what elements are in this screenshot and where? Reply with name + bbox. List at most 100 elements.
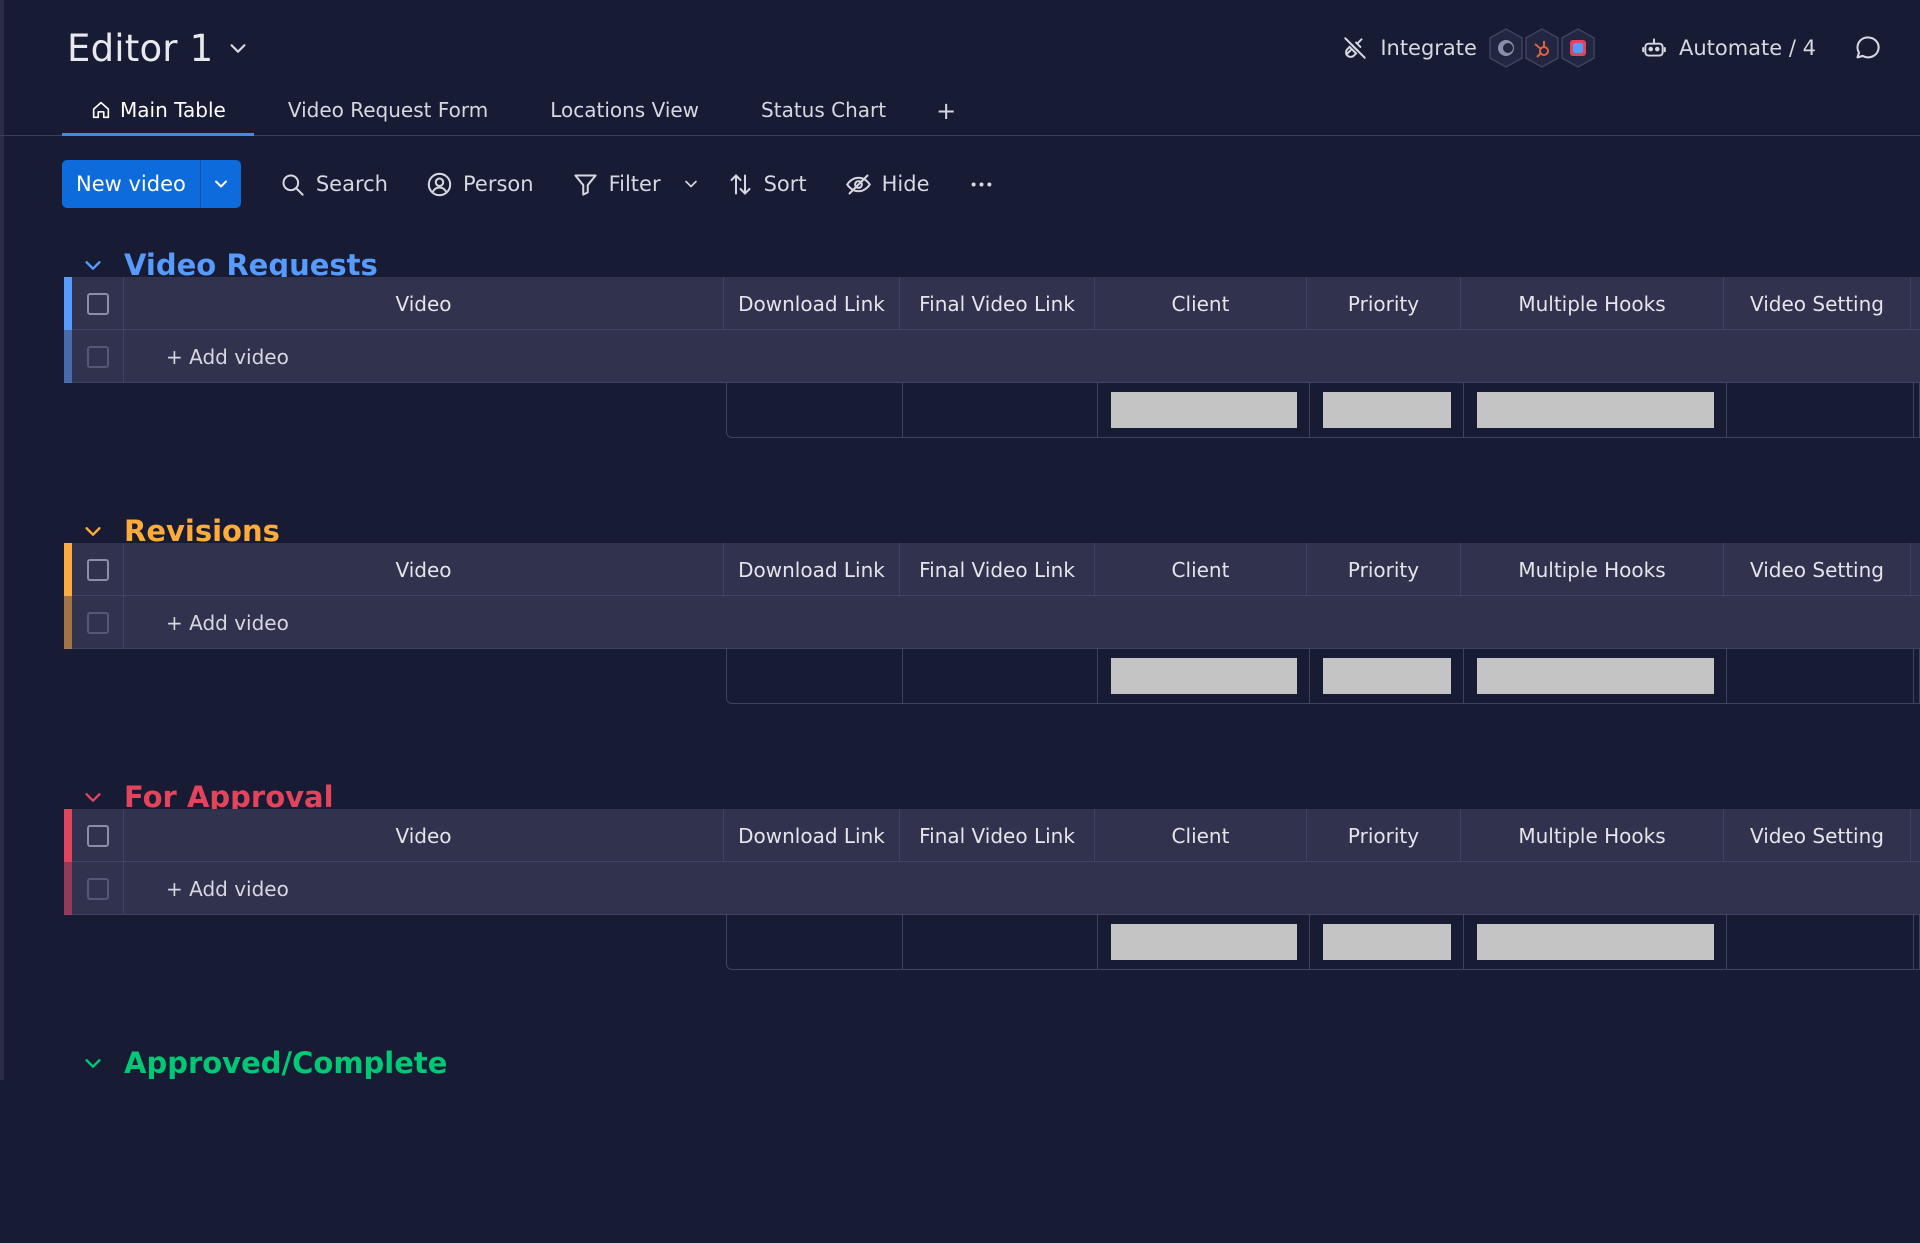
app-icon [1559, 27, 1597, 69]
chevron-down-icon[interactable] [82, 786, 104, 808]
integrate-button[interactable]: Integrate [1342, 35, 1477, 61]
new-video-button-group: New video [62, 160, 241, 208]
updates-button[interactable] [1854, 34, 1882, 62]
tab-label: Status Chart [761, 97, 887, 122]
more-options-button[interactable] [968, 171, 995, 198]
summary-cell [727, 383, 903, 437]
summary-cell [1310, 915, 1464, 969]
add-row-checkbox-cell [72, 596, 124, 649]
group-title-text[interactable]: Approved/Complete [124, 1046, 447, 1080]
select-all-cell [72, 277, 124, 330]
add-view-button[interactable]: + [920, 86, 972, 136]
summary-cell [1464, 383, 1727, 437]
tab-label: Main Table [120, 97, 226, 122]
board-title-text: Editor 1 [67, 26, 214, 70]
group-color-bar [64, 543, 72, 596]
tab-locations-view[interactable]: Locations View [522, 86, 727, 136]
column-header[interactable]: Video [124, 277, 724, 330]
column-header-label: Video Setting [1749, 823, 1884, 848]
column-header[interactable]: Priority [1307, 809, 1461, 862]
person-icon [427, 172, 452, 196]
summary-row [726, 649, 1920, 704]
integration-icons[interactable] [1489, 27, 1597, 69]
column-header[interactable]: Final Video Link [900, 809, 1095, 862]
filter-dropdown[interactable] [681, 174, 701, 194]
summary-cell [1098, 649, 1310, 703]
hide-button[interactable]: Hide [845, 171, 930, 198]
home-icon [92, 101, 110, 118]
board-title[interactable]: Editor 1 [67, 24, 249, 72]
column-header-label: Priority [1347, 557, 1420, 582]
table-header-row: Video Download Link Final Video Link Client… [64, 809, 1920, 862]
eye-slash-icon [845, 173, 871, 195]
column-header[interactable]: Download Link [724, 809, 900, 862]
hide-label: Hide [881, 172, 930, 196]
chevron-down-icon[interactable] [227, 37, 249, 59]
add-video-input[interactable]: + Add video [166, 862, 289, 915]
column-header[interactable]: Video Setting [1724, 543, 1911, 596]
column-header-label: Multiple Hooks [1518, 291, 1666, 316]
column-header-label: Video [395, 823, 452, 848]
chevron-down-icon[interactable] [82, 520, 104, 542]
column-header[interactable]: Final Video Link [900, 543, 1095, 596]
new-video-button[interactable]: New video [62, 160, 200, 208]
table-header-row: Video Download Link Final Video Link Client… [64, 277, 1920, 330]
column-header[interactable]: Video Setting [1724, 809, 1911, 862]
column-header[interactable]: Video [124, 809, 724, 862]
summary-bar [1323, 924, 1451, 960]
column-header[interactable]: Client [1095, 809, 1307, 862]
group-color-bar [64, 277, 72, 330]
column-header[interactable]: Client [1095, 277, 1307, 330]
column-header[interactable]: Final Video Link [900, 277, 1095, 330]
column-header[interactable]: Download Link [724, 543, 900, 596]
add-item-row: + Add video [64, 330, 1920, 383]
add-item-row: + Add video [64, 862, 1920, 915]
column-header-label: Video [395, 291, 452, 316]
group-revisions: Revisions Video Download Link Final Video … [62, 511, 1920, 711]
summary-cell [727, 649, 903, 703]
search-button[interactable]: Search [279, 171, 388, 198]
add-row-checkbox [86, 345, 109, 368]
select-all-checkbox[interactable] [86, 292, 109, 315]
group-title[interactable]: Approved/Complete [82, 1043, 447, 1083]
column-header[interactable]: Video [124, 543, 724, 596]
select-all-checkbox[interactable] [86, 824, 109, 847]
column-header-label: Client [1171, 557, 1230, 582]
group-video-requests: Video Requests Video Download Link Final V… [62, 245, 1920, 445]
summary-cell [1310, 649, 1464, 703]
person-filter-button[interactable]: Person [426, 171, 534, 198]
column-header-label: Client [1171, 823, 1230, 848]
select-all-checkbox[interactable] [86, 558, 109, 581]
automate-button[interactable]: Automate / 4 [1641, 35, 1816, 61]
group-approved-complete: Approved/Complete [62, 1043, 1920, 1243]
chevron-down-icon[interactable] [82, 254, 104, 276]
plug-icon [1344, 37, 1367, 59]
chevron-down-icon[interactable] [82, 1052, 104, 1074]
column-header[interactable]: Priority [1307, 543, 1461, 596]
summary-bar [1323, 392, 1451, 428]
summary-bar [1323, 658, 1451, 694]
tab-main-table[interactable]: Main Table [62, 86, 254, 136]
column-header[interactable]: Multiple Hooks [1461, 277, 1724, 330]
column-header[interactable]: Multiple Hooks [1461, 809, 1724, 862]
column-header[interactable]: Client [1095, 543, 1307, 596]
column-header[interactable]: Download Link [724, 277, 900, 330]
new-video-dropdown[interactable] [199, 160, 241, 208]
column-header[interactable]: Video Setting [1724, 277, 1911, 330]
column-header-label: Download Link [738, 557, 885, 582]
add-video-input[interactable]: + Add video [166, 596, 289, 649]
summary-cell [903, 383, 1098, 437]
column-header[interactable]: Multiple Hooks [1461, 543, 1724, 596]
sort-button[interactable]: Sort [727, 171, 807, 198]
more-dots-icon [971, 181, 991, 187]
add-video-input[interactable]: + Add video [166, 330, 289, 383]
group-color-bar [64, 330, 72, 383]
filter-button[interactable]: Filter [572, 171, 661, 198]
tab-status-chart[interactable]: Status Chart [733, 86, 914, 136]
column-header-label: Video Setting [1749, 557, 1884, 582]
person-label: Person [463, 172, 534, 196]
column-header[interactable]: Priority [1307, 277, 1461, 330]
summary-bar [1477, 392, 1714, 428]
tab-video-request-form[interactable]: Video Request Form [260, 86, 516, 136]
left-edge [0, 0, 4, 1080]
